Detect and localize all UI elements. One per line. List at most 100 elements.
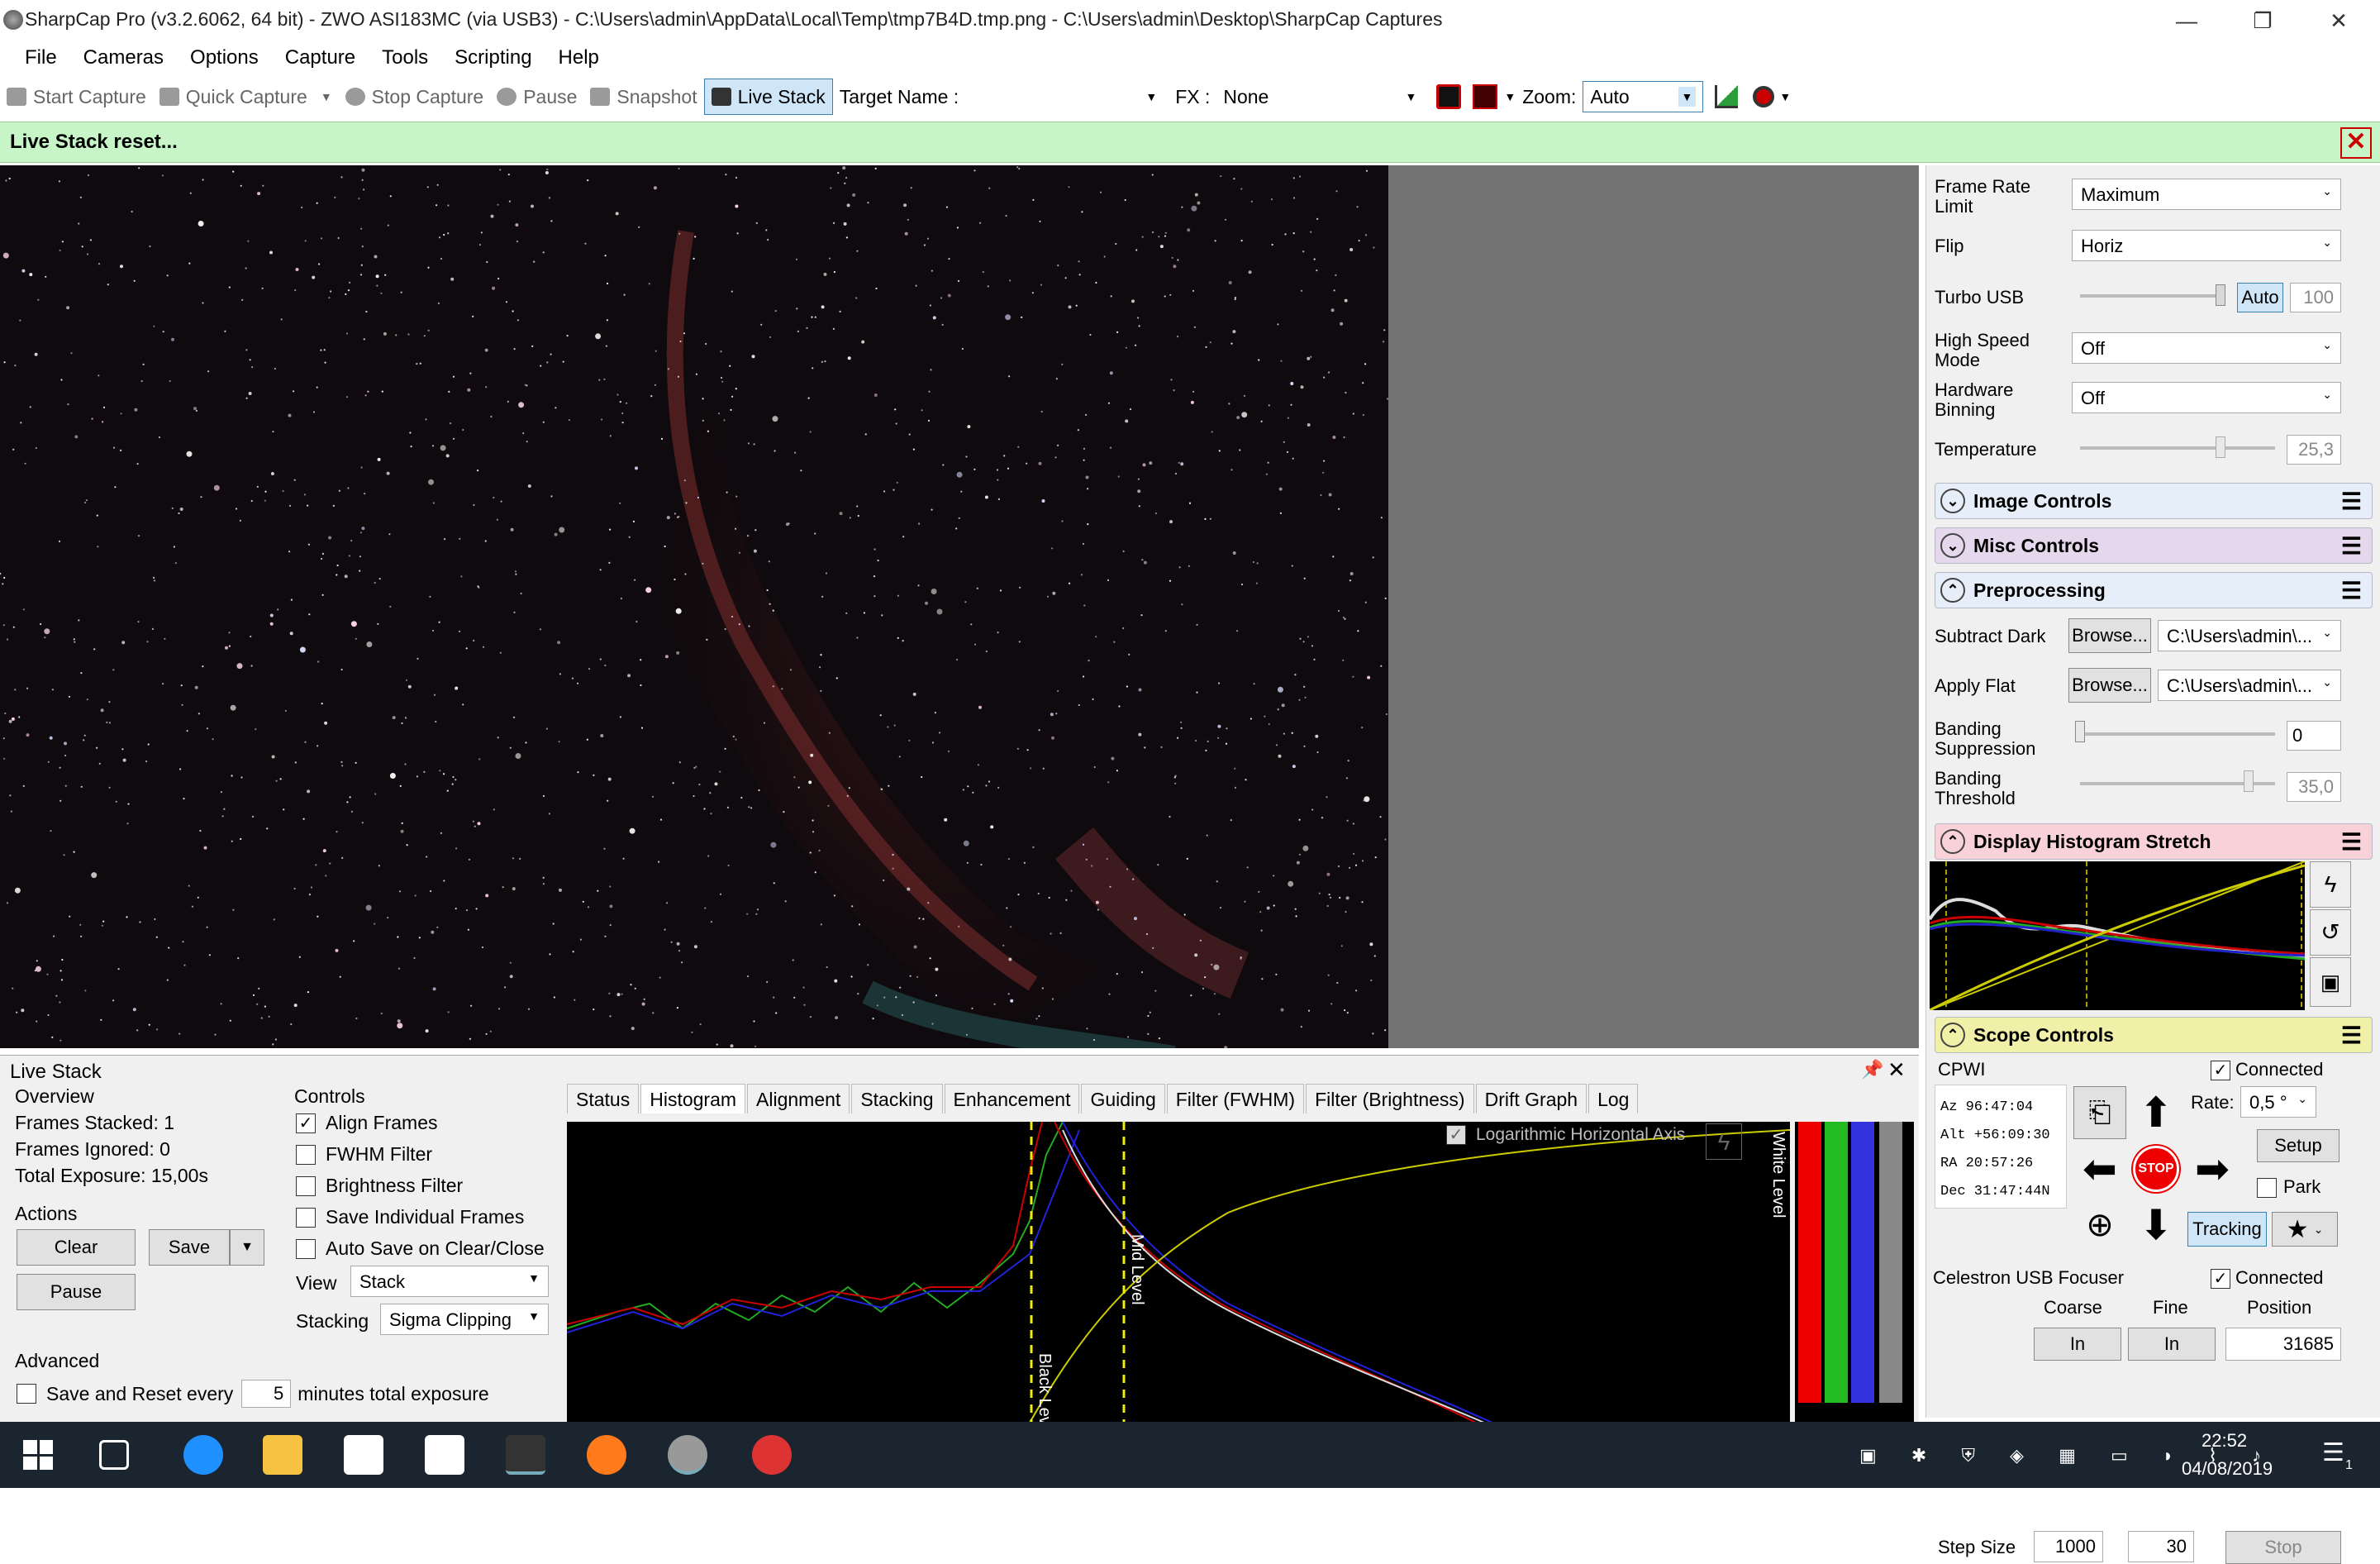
- mail-icon[interactable]: [425, 1435, 464, 1475]
- menu-options[interactable]: Options: [177, 41, 272, 74]
- tab-enhancement[interactable]: Enhancement: [944, 1084, 1080, 1113]
- histogram-icon[interactable]: [1715, 85, 1739, 108]
- log-axis-checkbox[interactable]: ✓ Logarithmic Horizontal Axis: [1446, 1125, 1685, 1145]
- focuser-stop-button[interactable]: Stop: [2225, 1531, 2341, 1564]
- image-controls-header[interactable]: ⌄ Image Controls ☰: [1935, 483, 2373, 519]
- save-icon[interactable]: ▣: [2310, 957, 2351, 1007]
- target-icon[interactable]: ⊕: [2073, 1199, 2126, 1252]
- scope-setup-button[interactable]: Setup: [2257, 1129, 2340, 1162]
- brightness-filter-checkbox[interactable]: Brightness Filter: [296, 1175, 463, 1197]
- north-arrow-button[interactable]: ⬆: [2130, 1086, 2182, 1139]
- misc-controls-header[interactable]: ⌄ Misc Controls ☰: [1935, 527, 2373, 564]
- menu-icon[interactable]: ☰: [2341, 828, 2362, 856]
- app-icon[interactable]: [752, 1435, 792, 1475]
- preprocessing-header[interactable]: ⌃ Preprocessing ☰: [1935, 572, 2373, 608]
- red-level-slider[interactable]: [1798, 1122, 1821, 1403]
- lightning-icon[interactable]: ϟ: [2310, 861, 2351, 908]
- west-arrow-button[interactable]: ⬅: [2073, 1142, 2126, 1195]
- display-histogram-graph[interactable]: [1928, 861, 2306, 1012]
- menu-icon[interactable]: ☰: [2341, 532, 2362, 560]
- blue-level-slider[interactable]: [1851, 1122, 1874, 1403]
- edge-icon[interactable]: [183, 1435, 223, 1475]
- fine-in-button[interactable]: In: [2128, 1328, 2216, 1361]
- turbo-auto-button[interactable]: Auto: [2237, 283, 2283, 312]
- coarse-in-button[interactable]: In: [2034, 1328, 2121, 1361]
- step-fine-input[interactable]: 30: [2128, 1531, 2194, 1562]
- tab-log[interactable]: Log: [1588, 1084, 1639, 1113]
- chevron-down-icon[interactable]: ▼: [1504, 90, 1516, 103]
- start-icon[interactable]: [23, 1440, 53, 1470]
- scope-controls-header[interactable]: ⌃ Scope Controls ☰: [1935, 1017, 2373, 1053]
- zoom-icon[interactable]: [1753, 86, 1775, 107]
- clock-time[interactable]: 22:52: [2202, 1430, 2247, 1452]
- stacking-select[interactable]: Sigma Clipping ▼: [380, 1304, 549, 1335]
- flat-path-select[interactable]: C:\Users\admin\... ⌄: [2158, 670, 2341, 701]
- stop-capture-button[interactable]: Stop Capture: [339, 79, 491, 115]
- menu-icon[interactable]: ☰: [2341, 488, 2362, 515]
- chevron-down-icon[interactable]: ▼: [230, 1229, 264, 1266]
- tracking-button[interactable]: Tracking: [2187, 1212, 2267, 1247]
- quick-capture-button[interactable]: Quick Capture ▼: [153, 79, 339, 115]
- live-stack-button[interactable]: Live Stack: [703, 79, 833, 115]
- banding-suppression-value[interactable]: 0: [2287, 721, 2341, 751]
- save-button[interactable]: Save: [149, 1229, 230, 1266]
- pause-stack-button[interactable]: Pause: [17, 1274, 136, 1310]
- banding-suppression-thumb[interactable]: [2075, 721, 2085, 742]
- focuser-connected-checkbox[interactable]: ✓ Connected: [2211, 1268, 2323, 1290]
- snapshot-button[interactable]: Snapshot: [583, 79, 703, 115]
- clear-button[interactable]: Clear: [17, 1229, 136, 1266]
- mount-connected-checkbox[interactable]: ✓ Connected: [2211, 1060, 2323, 1081]
- turbo-usb-slider[interactable]: [2080, 294, 2221, 298]
- pause-button[interactable]: Pause: [490, 79, 583, 115]
- tab-guiding[interactable]: Guiding: [1081, 1084, 1165, 1113]
- auto-save-checkbox[interactable]: Auto Save on Clear/Close: [296, 1237, 545, 1260]
- menu-file[interactable]: File: [12, 41, 70, 74]
- start-capture-button[interactable]: Start Capture: [0, 79, 153, 115]
- sharpcap-icon[interactable]: [668, 1435, 707, 1475]
- restore-button[interactable]: ❐: [2225, 0, 2301, 41]
- menu-help[interactable]: Help: [545, 41, 612, 74]
- menu-icon[interactable]: ☰: [2341, 577, 2362, 604]
- fwhm-filter-checkbox[interactable]: FWHM Filter: [296, 1143, 432, 1166]
- frame-rate-select[interactable]: Maximum ⌄: [2072, 179, 2341, 210]
- tab-alignment[interactable]: Alignment: [747, 1084, 850, 1113]
- store-icon[interactable]: [344, 1435, 383, 1475]
- dark-path-select[interactable]: C:\Users\admin\... ⌄: [2158, 620, 2341, 651]
- park-checkbox[interactable]: Park: [2257, 1177, 2320, 1199]
- stop-slew-button[interactable]: STOP: [2133, 1146, 2179, 1192]
- east-arrow-button[interactable]: ➡: [2186, 1142, 2239, 1195]
- tab-filter-fwhm[interactable]: Filter (FWHM): [1166, 1084, 1305, 1113]
- channel-level-sliders[interactable]: [1795, 1122, 1914, 1423]
- turbo-usb-thumb[interactable]: [2216, 284, 2225, 306]
- save-reset-checkbox[interactable]: [17, 1384, 36, 1404]
- crosshair-icon[interactable]: [1473, 84, 1498, 109]
- close-icon[interactable]: ✕: [1887, 1057, 1906, 1083]
- target-name-combo[interactable]: ▼: [965, 81, 1164, 112]
- lightning-icon[interactable]: ϟ: [1706, 1123, 1742, 1160]
- reset-icon[interactable]: ↺: [2310, 909, 2351, 956]
- high-speed-select[interactable]: Off ⌄: [2072, 332, 2341, 364]
- menu-scripting[interactable]: Scripting: [441, 41, 545, 74]
- minimize-button[interactable]: —: [2149, 0, 2225, 41]
- display-histogram-header[interactable]: ⌃ Display Histogram Stretch ☰: [1935, 823, 2373, 860]
- flip-select[interactable]: Horiz ⌄: [2072, 230, 2341, 261]
- green-level-slider[interactable]: [1825, 1122, 1848, 1403]
- banding-suppression-slider[interactable]: [2080, 732, 2275, 736]
- cpwi-icon[interactable]: [506, 1435, 545, 1475]
- tab-filter-brightness[interactable]: Filter (Brightness): [1306, 1084, 1474, 1113]
- view-select[interactable]: Stack ▼: [350, 1266, 549, 1297]
- reticle-icon[interactable]: [1436, 84, 1462, 109]
- close-icon[interactable]: ✕: [2340, 127, 2372, 159]
- chevron-down-icon[interactable]: ▼: [321, 90, 332, 103]
- fx-combo[interactable]: None ▼: [1216, 81, 1424, 112]
- star-icon[interactable]: ★ ⌄: [2272, 1212, 2338, 1247]
- menu-capture[interactable]: Capture: [272, 41, 369, 74]
- menu-cameras[interactable]: Cameras: [70, 41, 177, 74]
- file-explorer-icon[interactable]: [263, 1435, 302, 1475]
- tab-histogram[interactable]: Histogram: [640, 1084, 746, 1113]
- browse-flat-button[interactable]: Browse...: [2068, 668, 2151, 703]
- hardware-binning-select[interactable]: Off ⌄: [2072, 382, 2341, 413]
- tab-status[interactable]: Status: [567, 1084, 640, 1113]
- browse-dark-button[interactable]: Browse...: [2068, 618, 2151, 653]
- rate-select[interactable]: 0,5 ° ⌄: [2240, 1086, 2316, 1118]
